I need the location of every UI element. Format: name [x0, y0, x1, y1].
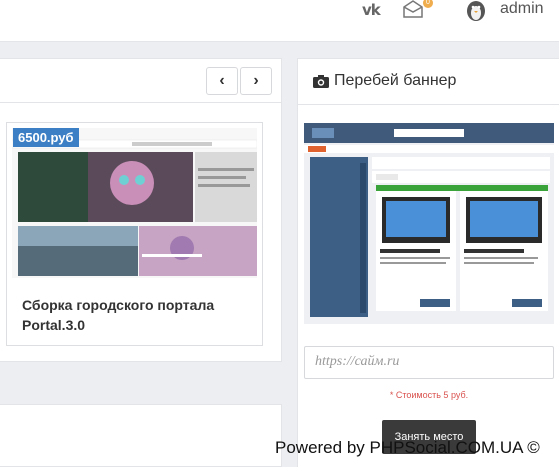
product-image[interactable] — [12, 128, 257, 278]
product-card[interactable]: 6500.руб Сборка городского портала Porta… — [6, 122, 263, 346]
product-thumbnail-graphic — [12, 128, 257, 278]
banner-graphic — [304, 123, 554, 324]
top-bar: vk 0 admin — [0, 0, 559, 42]
bottom-panel — [0, 404, 282, 467]
banner-panel: Перебей баннер https://сайм.ru * Стоимос… — [297, 58, 559, 467]
banner-panel-title: Перебей баннер — [334, 72, 457, 89]
banner-panel-header: Перебей баннер — [298, 59, 559, 105]
mail-badge: 0 — [423, 0, 433, 8]
camera-icon — [313, 75, 329, 88]
product-title[interactable]: Сборка городского портала Portal.3.0 — [22, 295, 252, 335]
prev-button[interactable]: ‹ — [206, 67, 238, 95]
banner-image[interactable] — [304, 123, 554, 324]
powered-by-text: Powered by PHPSocial.COM.UA © — [275, 438, 540, 457]
avatar[interactable] — [462, 0, 490, 22]
catalog-panel: ‹ › 6500.руб Сборка городского портала P… — [0, 58, 282, 362]
catalog-panel-header: ‹ › — [0, 59, 281, 103]
cost-text: * Стоимость 5 руб. — [389, 390, 469, 400]
price-badge: 6500.руб — [13, 128, 79, 147]
next-button[interactable]: › — [240, 67, 272, 95]
user-name[interactable]: admin — [500, 0, 544, 18]
banner-url-input[interactable]: https://сайм.ru — [304, 346, 554, 379]
mail-icon[interactable] — [402, 0, 424, 18]
vk-icon[interactable]: vk — [362, 1, 381, 19]
